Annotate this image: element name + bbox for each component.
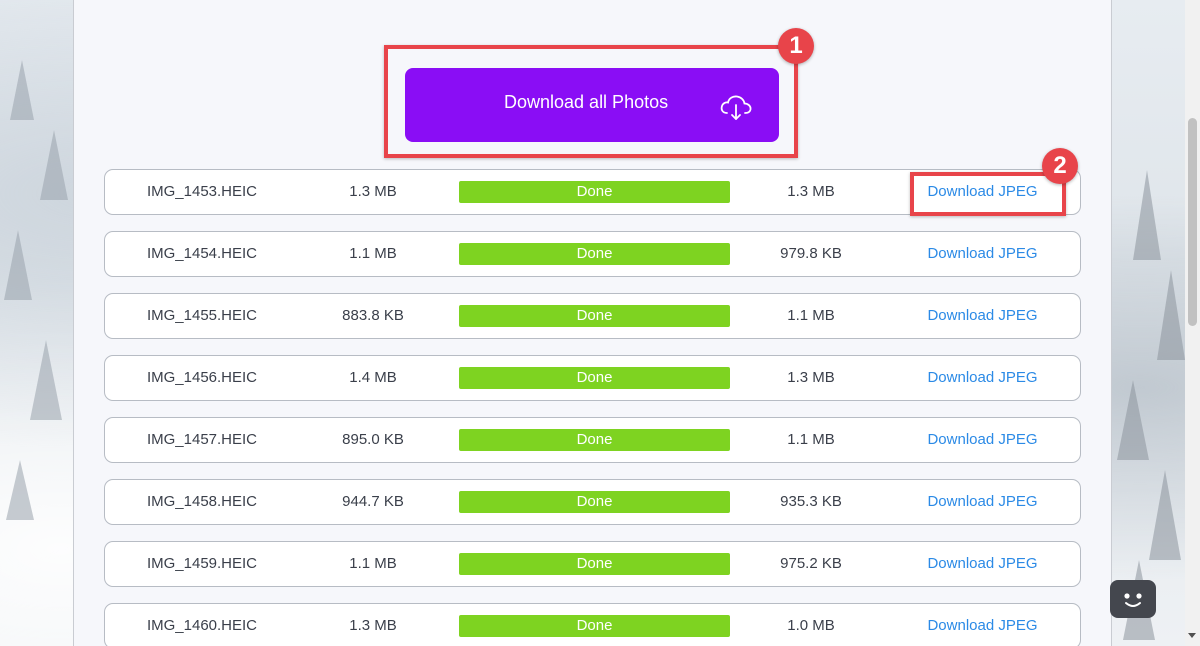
page-scrollbar[interactable] xyxy=(1185,0,1200,646)
file-row: IMG_1456.HEIC 1.4 MB Done 1.3 MB Downloa… xyxy=(104,355,1081,401)
file-size: 883.8 KB xyxy=(342,307,404,324)
callout-box-2 xyxy=(910,172,1066,216)
file-row: IMG_1454.HEIC 1.1 MB Done 979.8 KB Downl… xyxy=(104,231,1081,277)
status-bar: Done xyxy=(459,367,730,389)
download-jpeg-link[interactable]: Download JPEG xyxy=(920,604,1045,646)
download-jpeg-link[interactable]: Download JPEG xyxy=(920,542,1045,586)
file-name: IMG_1460.HEIC xyxy=(146,617,258,634)
output-size: 1.1 MB xyxy=(787,307,835,324)
output-size: 1.3 MB xyxy=(787,183,835,200)
status-bar: Done xyxy=(459,181,730,203)
download-jpeg-link[interactable]: Download JPEG xyxy=(920,356,1045,400)
file-size: 1.1 MB xyxy=(349,555,397,572)
output-size: 1.1 MB xyxy=(787,431,835,448)
file-name: IMG_1458.HEIC xyxy=(146,493,258,510)
download-jpeg-link[interactable]: Download JPEG xyxy=(920,294,1045,338)
status-bar: Done xyxy=(459,429,730,451)
background-trees-right xyxy=(1117,170,1185,640)
output-size: 1.3 MB xyxy=(787,369,835,386)
status-bar: Done xyxy=(459,305,730,327)
scrollbar-thumb[interactable] xyxy=(1188,118,1197,326)
file-size: 1.3 MB xyxy=(349,617,397,634)
file-row: IMG_1459.HEIC 1.1 MB Done 975.2 KB Downl… xyxy=(104,541,1081,587)
file-name: IMG_1457.HEIC xyxy=(146,431,258,448)
file-size: 895.0 KB xyxy=(342,431,404,448)
status-bar: Done xyxy=(459,553,730,575)
status-bar: Done xyxy=(459,243,730,265)
output-size: 979.8 KB xyxy=(780,245,842,262)
file-name: IMG_1455.HEIC xyxy=(146,307,258,324)
file-size: 1.1 MB xyxy=(349,245,397,262)
file-name: IMG_1456.HEIC xyxy=(146,369,258,386)
file-size: 944.7 KB xyxy=(342,493,404,510)
file-row: IMG_1457.HEIC 895.0 KB Done 1.1 MB Downl… xyxy=(104,417,1081,463)
output-size: 975.2 KB xyxy=(780,555,842,572)
chat-face-icon xyxy=(1124,593,1142,607)
file-row: IMG_1455.HEIC 883.8 KB Done 1.1 MB Downl… xyxy=(104,293,1081,339)
scroll-down-arrow-icon[interactable] xyxy=(1188,633,1196,638)
chat-widget-button[interactable] xyxy=(1110,580,1156,618)
output-size: 935.3 KB xyxy=(780,493,842,510)
status-bar: Done xyxy=(459,615,730,637)
output-size: 1.0 MB xyxy=(787,617,835,634)
file-row: IMG_1458.HEIC 944.7 KB Done 935.3 KB Dow… xyxy=(104,479,1081,525)
file-row: IMG_1460.HEIC 1.3 MB Done 1.0 MB Downloa… xyxy=(104,603,1081,646)
status-bar: Done xyxy=(459,491,730,513)
file-name: IMG_1459.HEIC xyxy=(146,555,258,572)
file-size: 1.4 MB xyxy=(349,369,397,386)
callout-badge-2: 2 xyxy=(1042,148,1078,184)
download-jpeg-link[interactable]: Download JPEG xyxy=(920,480,1045,524)
download-jpeg-link[interactable]: Download JPEG xyxy=(920,418,1045,462)
background-trees-left xyxy=(4,60,68,520)
callout-badge-1: 1 xyxy=(778,28,814,64)
file-name: IMG_1453.HEIC xyxy=(146,183,258,200)
download-jpeg-link[interactable]: Download JPEG xyxy=(920,232,1045,276)
callout-box-1 xyxy=(384,45,798,158)
file-size: 1.3 MB xyxy=(349,183,397,200)
file-name: IMG_1454.HEIC xyxy=(146,245,258,262)
